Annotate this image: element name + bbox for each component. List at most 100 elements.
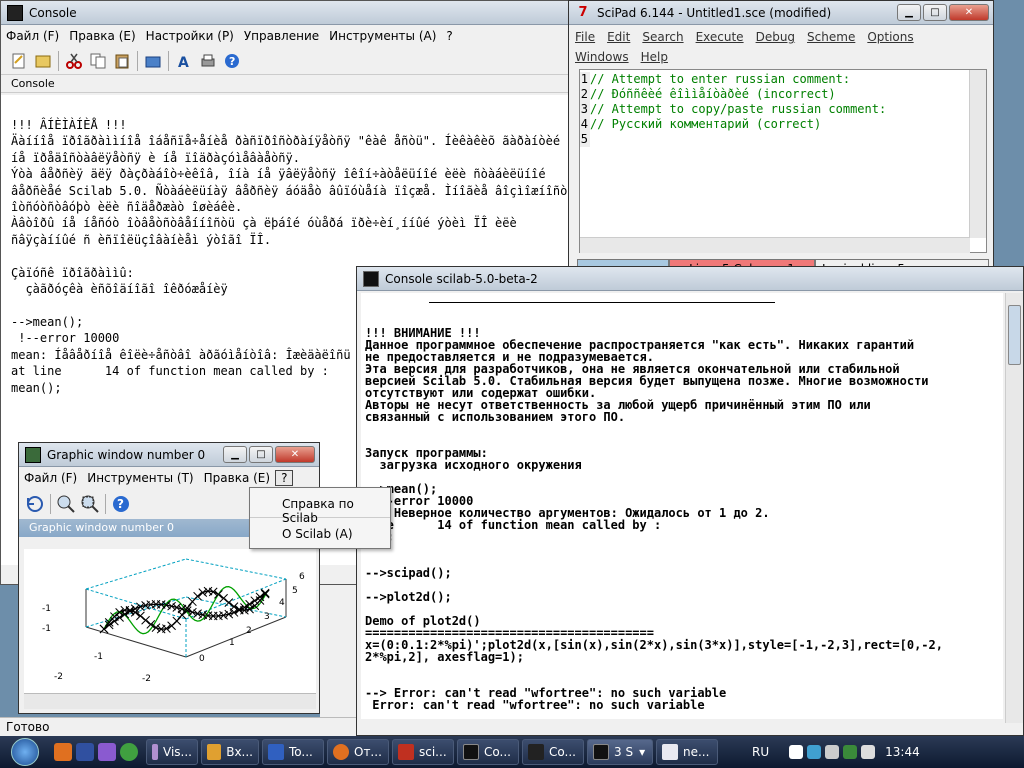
console2-line: [365, 663, 943, 675]
graphic-menu-tools[interactable]: Инструменты (T): [82, 471, 198, 485]
tray-icon-3[interactable]: [825, 745, 840, 759]
settings-quick-icon[interactable]: [98, 743, 116, 761]
clock[interactable]: 13:44: [885, 745, 920, 759]
popup-item-scilab-help[interactable]: Справка по Scilab: [250, 488, 390, 525]
taskbar-btn-group[interactable]: 3 S ▾: [587, 739, 653, 765]
console2-line: line 14 of function mean called by :: [365, 518, 662, 532]
zoom-icon[interactable]: [55, 493, 77, 515]
taskbar-btn-label: sci...: [419, 745, 447, 759]
console2-line: [365, 471, 943, 483]
taskbar-btn-from[interactable]: От...: [327, 739, 389, 765]
minimize-icon[interactable]: ▁: [223, 446, 247, 463]
plot-marker: [99, 624, 109, 634]
taskbar-btn-vis[interactable]: Vis...: [146, 739, 198, 765]
unzoom-icon[interactable]: [79, 493, 101, 515]
console2-line: связанный с использованием этого ПО.: [365, 410, 626, 424]
save-quick-icon[interactable]: [76, 743, 94, 761]
scipad-vertical-scrollbar[interactable]: [969, 70, 986, 238]
plot-curves: [99, 586, 270, 635]
plot-tick-label: -1: [42, 624, 51, 634]
console-line: ñâÿçàííûé ñ èñïîëüçîâàíèåì ýòîãî ÏÎ.: [11, 232, 272, 247]
graphic-menu-edit[interactable]: Правка (E): [199, 471, 275, 485]
maximize-icon[interactable]: □: [249, 446, 273, 463]
open-file-icon[interactable]: [32, 50, 54, 72]
tray-icon-1[interactable]: [789, 745, 804, 759]
console2-scroll-thumb[interactable]: [1008, 305, 1021, 365]
scipad-horizontal-scrollbar[interactable]: [580, 237, 970, 253]
terminal-icon: [363, 270, 379, 287]
plot-tick-label: 6: [299, 572, 305, 582]
console-menu-file[interactable]: Файл (F): [1, 29, 64, 43]
scilab-app-icon: [528, 744, 544, 760]
font-icon[interactable]: A: [173, 50, 195, 72]
new-file-icon[interactable]: [8, 50, 30, 72]
plot-marker: [188, 607, 197, 617]
console2-output[interactable]: !!! ВНИМАНИЕ !!! Данное программное обесп…: [361, 293, 1003, 719]
graphic-menu-file[interactable]: Файл (F): [19, 471, 82, 485]
console2-vertical-scrollbar[interactable]: [1005, 293, 1023, 723]
language-indicator[interactable]: RU: [752, 745, 769, 759]
minimize-icon[interactable]: ▁: [897, 4, 921, 21]
scipad-menu-edit[interactable]: Edit: [607, 27, 630, 47]
scipad-menu-options[interactable]: Options: [867, 27, 913, 47]
folder-icon[interactable]: [142, 50, 164, 72]
console-menu-settings[interactable]: Настройки (P): [141, 29, 239, 43]
scipad-menu-scheme[interactable]: Scheme: [807, 27, 855, 47]
volume-icon[interactable]: [861, 745, 876, 759]
scipad-menu-debug[interactable]: Debug: [756, 27, 795, 47]
scipad-menu-windows[interactable]: Windows: [575, 47, 629, 67]
graphic-titlebar[interactable]: Graphic window number 0 ▁ □ ✕: [19, 443, 319, 467]
terminal-app-icon: [463, 744, 479, 760]
taskbar-btn-console-b[interactable]: Co...: [522, 739, 584, 765]
taskbar-btn-label: Co...: [484, 745, 511, 759]
taskbar-btn-label: To...: [289, 745, 313, 759]
mail-app-icon: [268, 744, 284, 760]
paste-icon[interactable]: [111, 50, 133, 72]
tray-icon-2[interactable]: [807, 745, 822, 759]
help-icon[interactable]: ?: [221, 50, 243, 72]
popup-item-about-scilab[interactable]: О Scilab (A): [250, 518, 390, 548]
console-titlebar[interactable]: Console: [1, 1, 599, 25]
scipad-menu-execute[interactable]: Execute: [696, 27, 744, 47]
graphic-menu-help[interactable]: ?: [275, 470, 294, 486]
console-menu-control[interactable]: Управление: [239, 29, 324, 43]
console2-titlebar[interactable]: Console scilab-5.0-beta-2: [357, 267, 1023, 291]
scipad-editor[interactable]: 1// Attempt to enter russian comment: 2//…: [579, 69, 987, 253]
copy-icon[interactable]: [87, 50, 109, 72]
print-icon[interactable]: [197, 50, 219, 72]
help-popup-menu: Справка по Scilab О Scilab (A): [249, 487, 391, 549]
graphic-help-icon[interactable]: ?: [110, 493, 132, 515]
console-line: Äàííîå ïðîãðàììíîå îáåñïå÷åíèå ðàñïðîñòð…: [11, 134, 561, 149]
plot-tick-label: 2: [246, 626, 252, 636]
taskbar-btn-inbox[interactable]: Вх...: [201, 739, 259, 765]
console-menu-edit[interactable]: Правка (E): [64, 29, 140, 43]
scipad-menu-file[interactable]: File: [575, 27, 595, 47]
network-icon[interactable]: [843, 745, 858, 759]
plot-3d-svg[interactable]: -1 -1 -2 -2 -1 0 1 2 3456: [24, 549, 316, 693]
taskbar-btn-ne[interactable]: ne...: [656, 739, 718, 765]
scipad-titlebar[interactable]: 7 SciPad 6.144 - Untitled1.sce (modified…: [569, 1, 993, 25]
scipad-line: 1// Attempt to enter russian comment:: [580, 72, 970, 87]
taskbar-btn-to[interactable]: To...: [262, 739, 324, 765]
cut-icon[interactable]: [63, 50, 85, 72]
graphic-canvas[interactable]: -1 -1 -2 -2 -1 0 1 2 3 4 5 6: [24, 549, 316, 693]
plot-tick-label: -2: [54, 672, 63, 682]
console-menu-help[interactable]: ?: [441, 29, 457, 43]
browser-quick-icon[interactable]: [120, 743, 138, 761]
rotate-icon[interactable]: [24, 493, 46, 515]
start-button[interactable]: [0, 736, 50, 768]
taskbar-btn-sci[interactable]: sci...: [392, 739, 454, 765]
close-icon[interactable]: ✕: [949, 4, 989, 21]
close-icon[interactable]: ✕: [275, 446, 315, 463]
scipad-menu-help[interactable]: Help: [641, 47, 668, 67]
taskbar-btn-console-a[interactable]: Co...: [457, 739, 519, 765]
console2-window: Console scilab-5.0-beta-2 !!! ВНИМАНИЕ !…: [356, 266, 1024, 736]
console-line: Àâòîðû íå íåñóò îòâåòñòâåííîñòü çà ëþáîé…: [11, 216, 517, 231]
console-menu-tools[interactable]: Инструменты (A): [324, 29, 441, 43]
maximize-icon[interactable]: □: [923, 4, 947, 21]
firefox-icon[interactable]: [54, 743, 72, 761]
scipad-line: 4// Русский комментарий (correct): [580, 117, 970, 132]
console-line: âåðñèåé Scilab 5.0. Ñòàáèëüíàÿ âåðñèÿ áó…: [11, 183, 575, 198]
scipad-menu-search[interactable]: Search: [642, 27, 683, 47]
scipad-window: 7 SciPad 6.144 - Untitled1.sce (modified…: [568, 0, 994, 282]
